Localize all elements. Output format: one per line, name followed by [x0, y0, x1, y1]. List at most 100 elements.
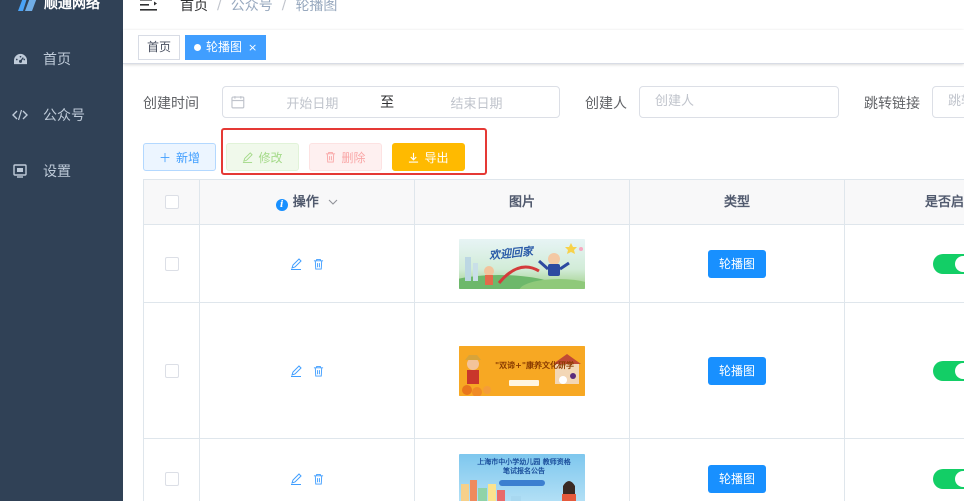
edit-icon[interactable]	[290, 472, 302, 485]
sidebar-item-label: 设置	[43, 164, 71, 180]
row-enabled-cell	[845, 303, 964, 438]
sidebar: 顺通网络 首页 公众号 设置	[0, 0, 123, 501]
monitor-icon	[12, 164, 28, 178]
logo: 顺通网络	[0, 0, 123, 18]
trash-icon[interactable]	[313, 473, 324, 485]
table-header: i 操作 图片 类型 是否启	[144, 180, 964, 225]
navbar: 首页 / 公众号 / 轮播图	[123, 0, 964, 30]
link-input[interactable]: 跳转链接	[932, 86, 964, 118]
hamburger-icon[interactable]	[140, 0, 158, 13]
banner-caption: "双谛+"康养文化研学	[495, 360, 575, 370]
chevron-down-icon	[328, 199, 338, 205]
type-tag[interactable]: 轮播图	[708, 356, 766, 385]
download-icon	[409, 152, 419, 163]
switch-knob	[955, 362, 964, 379]
header-actions[interactable]: i 操作	[200, 180, 415, 225]
date-range-picker[interactable]: 开始日期 至 结束日期	[222, 86, 560, 118]
logo-icon	[18, 0, 37, 11]
banner-image[interactable]: 欢迎回家	[459, 238, 585, 289]
row-select-cell	[144, 303, 200, 438]
close-icon[interactable]: ×	[248, 36, 257, 59]
dashboard-icon	[12, 53, 28, 66]
breadcrumb-item-carousel: 轮播图	[295, 0, 338, 14]
banner-image[interactable]: 上海市中小学幼儿园 教师资格笔试报名公告	[459, 453, 585, 501]
switch-knob	[955, 470, 964, 487]
export-button[interactable]: 导出	[392, 143, 465, 171]
sidebar-item-label: 公众号	[43, 108, 85, 124]
code-icon	[12, 109, 28, 121]
row-select-cell	[144, 439, 200, 501]
sidebar-item-label: 首页	[43, 52, 71, 68]
banner-illustration	[459, 345, 585, 396]
edit-button-label: 修改	[258, 150, 283, 165]
header-image: 图片	[415, 180, 630, 225]
calendar-icon	[231, 96, 245, 109]
row-type-cell: 轮播图	[630, 303, 845, 438]
enabled-switch[interactable]	[933, 253, 964, 274]
sidebar-item-home[interactable]: 首页	[0, 31, 123, 87]
row-actions-cell	[200, 225, 415, 302]
breadcrumb: 首页 / 公众号 / 轮播图	[180, 0, 337, 15]
enabled-switch[interactable]	[933, 468, 964, 489]
trash-icon[interactable]	[313, 365, 324, 377]
table-row: 上海市中小学幼儿园 教师资格笔试报名公告 轮播图	[144, 439, 964, 501]
row-enabled-cell	[845, 225, 964, 302]
active-dot	[194, 44, 201, 51]
delete-button-label: 删除	[341, 150, 366, 165]
row-checkbox[interactable]	[164, 471, 179, 486]
breadcrumb-item-home[interactable]: 首页	[180, 0, 208, 15]
row-checkbox[interactable]	[164, 256, 179, 271]
range-separator: 至	[380, 95, 395, 111]
edit-icon[interactable]	[290, 257, 302, 270]
sidebar-item-settings[interactable]: 设置	[0, 143, 123, 199]
breadcrumb-separator: /	[281, 0, 287, 13]
header-actions-label: 操作	[292, 195, 319, 210]
header-select-cell	[144, 180, 200, 225]
tag-carousel[interactable]: 轮播图 ×	[185, 35, 267, 60]
edit-icon[interactable]	[290, 364, 302, 377]
plus-icon: ＋	[158, 150, 171, 165]
row-select-cell	[144, 225, 200, 302]
breadcrumb-separator: /	[217, 0, 222, 13]
row-image-cell: 上海市中小学幼儿园 教师资格笔试报名公告	[415, 439, 630, 501]
sidebar-item-official-account[interactable]: 公众号	[0, 87, 123, 143]
table-row: "双谛+"康养文化研学 轮播图	[144, 303, 964, 439]
header-enabled: 是否启	[925, 195, 964, 210]
edit-icon	[243, 151, 254, 163]
table-row: 欢迎回家 轮播图	[144, 225, 964, 303]
breadcrumb-item-official-account[interactable]: 公众号	[231, 0, 273, 15]
tag-home[interactable]: 首页	[138, 35, 181, 60]
banner-image[interactable]: "双谛+"康养文化研学	[459, 345, 585, 396]
end-date-input[interactable]: 结束日期	[394, 93, 559, 112]
add-button-label: 新增	[176, 150, 201, 165]
row-image-cell: 欢迎回家	[415, 225, 630, 302]
trash-icon[interactable]	[313, 258, 324, 270]
trash-icon	[326, 151, 336, 163]
logo-text: 顺通网络	[44, 0, 100, 12]
edit-button[interactable]: 修改	[226, 143, 299, 171]
carousel-table: i 操作 图片 类型 是否启 欢迎回家 轮播图 "双谛+"康养文化研学 轮播图 …	[143, 179, 964, 501]
creator-label: 创建人	[585, 96, 627, 112]
switch-knob	[955, 255, 964, 272]
row-image-cell: "双谛+"康养文化研学	[415, 303, 630, 438]
row-checkbox[interactable]	[164, 363, 179, 378]
type-tag[interactable]: 轮播图	[708, 249, 766, 278]
link-label: 跳转链接	[864, 96, 920, 112]
info-icon: i	[275, 199, 288, 211]
type-tag[interactable]: 轮播图	[708, 464, 766, 493]
start-date-input[interactable]: 开始日期	[245, 93, 380, 112]
row-enabled-cell	[845, 439, 964, 501]
enabled-switch[interactable]	[933, 360, 964, 381]
row-type-cell: 轮播图	[630, 439, 845, 501]
add-button[interactable]: ＋ 新增	[143, 143, 216, 171]
tag-label: 轮播图	[206, 40, 243, 54]
select-all-checkbox[interactable]	[164, 195, 179, 209]
export-button-label: 导出	[424, 150, 449, 165]
banner-caption: 上海市中小学幼儿园 教师资格笔试报名公告	[477, 457, 571, 475]
tag-label: 首页	[147, 40, 172, 54]
header-type: 类型	[630, 180, 845, 225]
tags-view: 首页 轮播图 ×	[123, 30, 964, 64]
created-time-label: 创建时间	[143, 96, 199, 112]
delete-button[interactable]: 删除	[309, 143, 382, 171]
creator-input[interactable]: 创建人	[639, 86, 839, 118]
